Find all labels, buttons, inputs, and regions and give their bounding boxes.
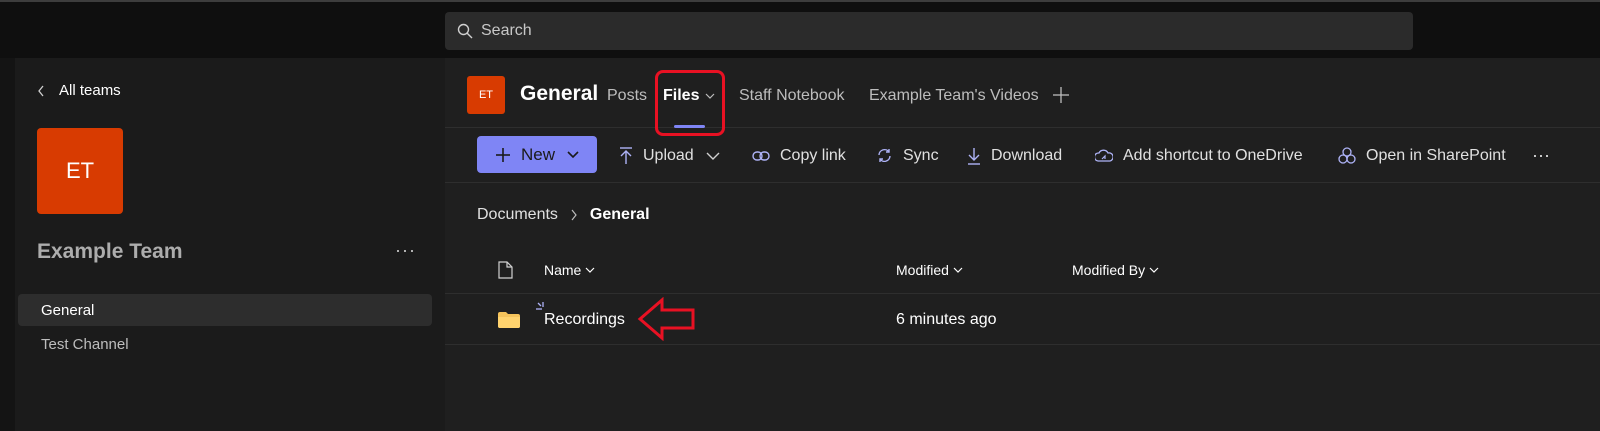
download-label: Download xyxy=(991,146,1063,164)
channel-title: General xyxy=(520,82,599,105)
open-in-sharepoint-button[interactable]: Open in SharePoint xyxy=(1338,128,1506,183)
file-icon[interactable] xyxy=(498,261,513,279)
new-button[interactable]: New xyxy=(477,136,597,173)
add-shortcut-onedrive-button[interactable]: Add shortcut to OneDrive xyxy=(1095,128,1303,183)
all-teams-label: All teams xyxy=(59,82,121,99)
tab-example-team-videos[interactable]: Example Team's Videos xyxy=(869,87,1039,105)
sync-label: Sync xyxy=(903,146,939,164)
all-teams-link[interactable]: All teams xyxy=(37,82,121,99)
table-row[interactable]: Recordings 6 minutes ago xyxy=(445,295,1600,345)
column-modified-by-label: Modified By xyxy=(1072,262,1146,278)
tab-posts[interactable]: Posts xyxy=(607,87,647,105)
arrow-annotation-icon xyxy=(637,297,695,341)
files-tab-highlight xyxy=(655,70,725,136)
link-icon xyxy=(752,150,770,161)
search-placeholder: Search xyxy=(481,22,532,39)
copy-link-label: Copy link xyxy=(780,146,846,164)
breadcrumb-documents[interactable]: Documents xyxy=(477,206,558,224)
files-toolbar: New Upload Copy link Sync Download Add s… xyxy=(445,128,1600,183)
chevron-right-icon xyxy=(571,209,577,221)
column-name-label: Name xyxy=(544,262,582,278)
team-more-options-button[interactable]: ··· xyxy=(395,240,416,261)
team-name: Example Team xyxy=(37,240,183,263)
channel-header: ET General Posts Files Staff Notebook Ex… xyxy=(445,58,1600,136)
file-modified: 6 minutes ago xyxy=(896,311,997,328)
search-icon xyxy=(457,23,473,39)
main-pane: ET General Posts Files Staff Notebook Ex… xyxy=(445,58,1600,431)
sidebar-item-general[interactable]: General xyxy=(18,294,432,326)
new-button-label: New xyxy=(520,144,555,164)
column-modified-label: Modified xyxy=(896,262,949,278)
file-list-header: Name Modified Modified By xyxy=(445,246,1600,294)
chevron-left-icon xyxy=(38,85,44,96)
breadcrumb: Documents General xyxy=(477,206,650,224)
sidebar-item-test-channel[interactable]: Test Channel xyxy=(18,328,432,360)
upload-label: Upload xyxy=(643,146,694,164)
download-button[interactable]: Download xyxy=(967,128,1062,183)
sync-button[interactable]: Sync xyxy=(876,128,939,183)
onedrive-shortcut-icon xyxy=(1095,149,1113,162)
sync-icon xyxy=(878,148,891,163)
chevron-down-icon xyxy=(953,267,963,273)
team-avatar: ET xyxy=(37,128,123,214)
column-modified-by[interactable]: Modified By xyxy=(1072,262,1159,278)
column-name[interactable]: Name xyxy=(544,262,595,278)
top-bar: Search xyxy=(0,2,1600,58)
chevron-down-icon xyxy=(706,152,720,160)
toolbar-more-button[interactable]: ··· xyxy=(1532,128,1550,183)
breadcrumb-general: General xyxy=(589,206,650,223)
download-icon xyxy=(968,147,980,165)
search-input[interactable]: Search xyxy=(445,12,1413,50)
channel-avatar: ET xyxy=(467,76,505,114)
tab-staff-notebook[interactable]: Staff Notebook xyxy=(739,87,845,105)
add-tab-icon[interactable] xyxy=(1052,86,1070,104)
file-name-link[interactable]: Recordings xyxy=(544,311,625,329)
add-icon xyxy=(495,147,510,162)
column-modified[interactable]: Modified xyxy=(896,262,963,278)
team-sidebar: All teams ET Example Team ··· General Te… xyxy=(15,58,445,431)
upload-icon xyxy=(620,146,632,164)
copy-link-button[interactable]: Copy link xyxy=(752,128,846,183)
add-shortcut-label: Add shortcut to OneDrive xyxy=(1123,146,1303,164)
sharepoint-icon xyxy=(1338,146,1356,164)
chevron-down-icon xyxy=(567,150,579,158)
chevron-down-icon xyxy=(1149,267,1159,273)
folder-icon xyxy=(498,312,520,328)
upload-button[interactable]: Upload xyxy=(619,128,730,183)
open-sharepoint-label: Open in SharePoint xyxy=(1366,146,1506,164)
chevron-down-icon xyxy=(585,267,595,273)
